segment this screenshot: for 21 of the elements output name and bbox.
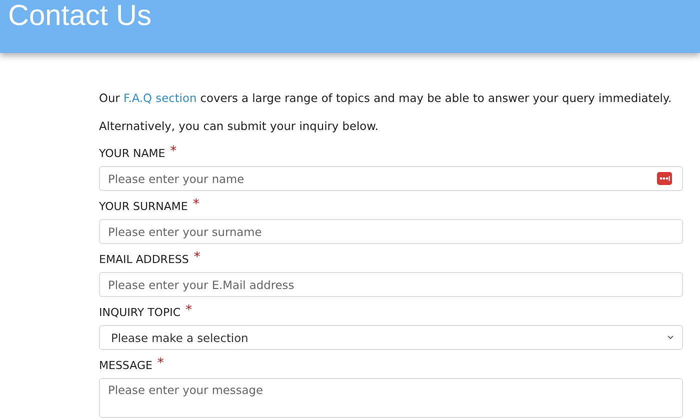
- input-field[interactable]: Please enter your surname: [99, 219, 683, 244]
- message-field[interactable]: Please enter your message: [99, 378, 683, 418]
- intro-text: Our F.A.Q section covers a large range of topics and may be able to answer your query immediately.: [99, 90, 673, 106]
- required-mark: *: [157, 358, 164, 370]
- required-mark: *: [170, 146, 177, 158]
- required-mark: *: [194, 252, 200, 264]
- field-label: YOUR SURNAME: [99, 199, 188, 215]
- field-label: MESSAGE: [99, 358, 152, 374]
- required-mark: *: [186, 305, 192, 317]
- instruction-text: Alternatively, you can submit your inquiry below.: [99, 118, 380, 134]
- input-field[interactable]: Please enter your name: [99, 166, 683, 191]
- password-manager-icon[interactable]: [657, 172, 672, 185]
- field-label: EMAIL ADDRESS: [99, 252, 189, 268]
- page-title: Contact Us: [7, 0, 152, 32]
- chevron-icon: [667, 335, 674, 340]
- required-mark: *: [192, 199, 200, 211]
- field-label: INQUIRY TOPIC: [99, 305, 181, 321]
- topic-dropdown[interactable]: Please make a selection: [99, 325, 683, 350]
- field-label: YOUR NAME: [99, 146, 166, 162]
- faq-link[interactable]: F.A.Q section: [124, 91, 197, 105]
- input-field[interactable]: Please enter your E.Mail address: [99, 272, 683, 297]
